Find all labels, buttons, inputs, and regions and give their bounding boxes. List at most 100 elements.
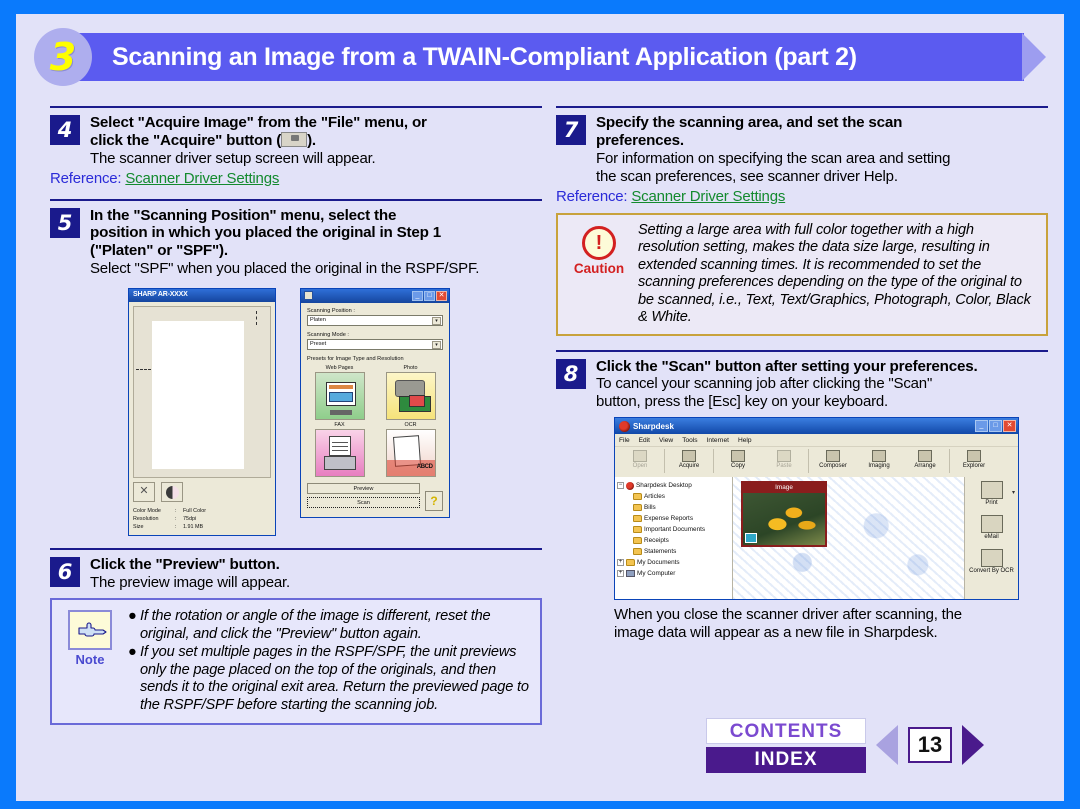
reference-link-scanner-driver-settings[interactable]: Scanner Driver Settings [631,188,785,205]
info-key: Resolution [133,516,159,523]
sharpdesk-workspace[interactable]: Image [733,477,964,600]
tree-item-bills[interactable]: Bills [617,502,730,513]
pointing-hand-glyph [78,622,107,637]
contents-button[interactable]: CONTENTS [706,717,866,744]
preview-button[interactable]: Preview [307,482,420,494]
menu-file[interactable]: File [619,437,630,444]
step-7-title-line1: Specify the scanning area, and set the s… [596,114,903,131]
toolbar-composer[interactable]: Composer [810,449,856,469]
toolbar-paste[interactable]: Paste [761,449,807,469]
bullet-icon: ● [128,608,137,625]
tree-label: Important Documents [644,526,706,534]
info-row: Resolution : 75dpi [133,515,271,523]
closing-line1: When you close the scanner driver after … [614,606,962,624]
info-row: Color Mode : Full Color [133,507,271,515]
tree-label: Articles [644,493,665,501]
menu-help[interactable]: Help [738,437,752,444]
tree-item-statements[interactable]: Statements [617,546,730,557]
folder-icon [633,537,642,545]
maximize-button[interactable]: □ [989,420,1002,433]
scanning-position-select[interactable]: Platen ▾ [307,314,443,326]
step-6-sub: The preview image will appear. [90,574,290,592]
preview-area[interactable] [133,305,271,478]
open-icon [633,450,647,463]
note-item-text: If you set multiple pages in the RSPF/SP… [140,644,529,713]
left-column: 4 Select "Acquire Image" from the "File"… [50,106,542,726]
fax-icon [314,428,365,477]
index-button[interactable]: INDEX [706,746,866,773]
info-row: Size : 1.91 MB [133,523,271,531]
menu-edit[interactable]: Edit [639,437,650,444]
divider [50,198,542,201]
output-print[interactable]: Print ▾ [965,481,1018,507]
tree-item-my-documents[interactable]: + My Documents [617,557,730,568]
tree-item-expense-reports[interactable]: Expense Reports [617,513,730,524]
info-sep: : [175,524,177,531]
step-7-reference: Reference: Scanner Driver Settings [556,188,1048,205]
toolbar-open[interactable]: Open [617,449,663,469]
crop-guide-vertical [256,310,257,325]
exclamation-icon: ! [582,225,616,260]
expand-icon[interactable]: + [617,559,624,567]
tree-item-important-documents[interactable]: Important Documents [617,524,730,535]
step-4: 4 Select "Acquire Image" from the "File"… [50,106,542,187]
preset-ocr[interactable]: OCR ABCD [385,422,436,477]
expand-icon[interactable]: + [617,570,624,578]
next-page-arrow-icon[interactable] [962,725,984,765]
document-thumbnail[interactable]: Image [741,481,827,548]
output-convert-by-ocr[interactable]: Convert By OCR [965,548,1018,575]
crop-guide-horizontal [136,368,151,370]
minimize-button[interactable]: _ [412,290,423,301]
chevron-down-icon[interactable]: ▾ [432,340,441,349]
prev-page-arrow-icon[interactable] [876,725,898,765]
help-button[interactable]: ? [425,490,443,511]
tree-item-my-computer[interactable]: + My Computer [617,568,730,579]
info-value: 1.91 MB [183,524,204,531]
collapse-icon[interactable]: − [617,482,624,490]
scan-button[interactable]: Scan [307,496,420,508]
tree-item-articles[interactable]: Articles [617,491,730,502]
menu-tools[interactable]: Tools [682,437,697,444]
output-label: Print [985,500,998,507]
output-email[interactable]: eMail [965,514,1018,541]
preset-web-pages[interactable]: Web Pages [314,364,365,420]
closing-text: When you close the scanner driver after … [614,606,1048,642]
toolbar-explorer[interactable]: Explorer [951,449,997,469]
close-button[interactable]: ✕ [436,290,447,301]
chevron-down-icon[interactable]: ▾ [432,316,441,325]
preset-fax[interactable]: FAX [314,422,365,477]
acquire-icon [682,450,696,463]
rotate-icon[interactable] [133,481,155,502]
email-icon [980,514,1003,533]
menu-view[interactable]: View [659,437,673,444]
divider [949,449,950,474]
divider [50,548,542,551]
menu-internet[interactable]: Internet [707,437,729,444]
preset-caption: Web Pages [325,364,354,371]
close-button[interactable]: ✕ [1003,420,1016,433]
contrast-icon[interactable] [161,481,183,502]
toolbar-imaging[interactable]: Imaging [856,449,902,469]
toolbar-arrange[interactable]: Arrange [902,449,948,469]
step-5: 5 In the "Scanning Position" menu, selec… [50,198,542,278]
chevron-down-icon[interactable]: ▾ [1012,489,1015,496]
scanning-mode-select[interactable]: Preset ▾ [307,338,443,350]
sharpdesk-folder-tree: − Sharpdesk Desktop Articles Bills Expen… [615,477,733,600]
tree-item-sharpdesk-desktop[interactable]: − Sharpdesk Desktop [617,480,730,491]
reference-link-scanner-driver-settings[interactable]: Scanner Driver Settings [125,170,279,187]
step-5-title-line3: ("Platen" or "SPF"). [90,242,228,260]
toolbar-copy[interactable]: Copy [715,449,761,469]
step-5-sub: Select "SPF" when you placed the origina… [90,259,480,277]
toolbar-label: Composer [819,463,847,470]
caution-text: Setting a large area with full color tog… [638,221,1031,326]
preset-grid: Web Pages Photo FAX OCR ABCD [307,365,443,477]
maximize-button[interactable]: □ [424,290,435,301]
preset-photo[interactable]: Photo [385,365,436,420]
tree-item-receipts[interactable]: Receipts [617,535,730,546]
preview-window: SHARP AR-XXXX Color Mode : [128,287,276,537]
minimize-button[interactable]: _ [975,420,988,433]
copy-icon [731,450,745,463]
web-pages-icon [314,371,365,420]
toolbar-acquire[interactable]: Acquire [666,449,712,469]
tree-label: Sharpdesk Desktop [636,482,692,490]
